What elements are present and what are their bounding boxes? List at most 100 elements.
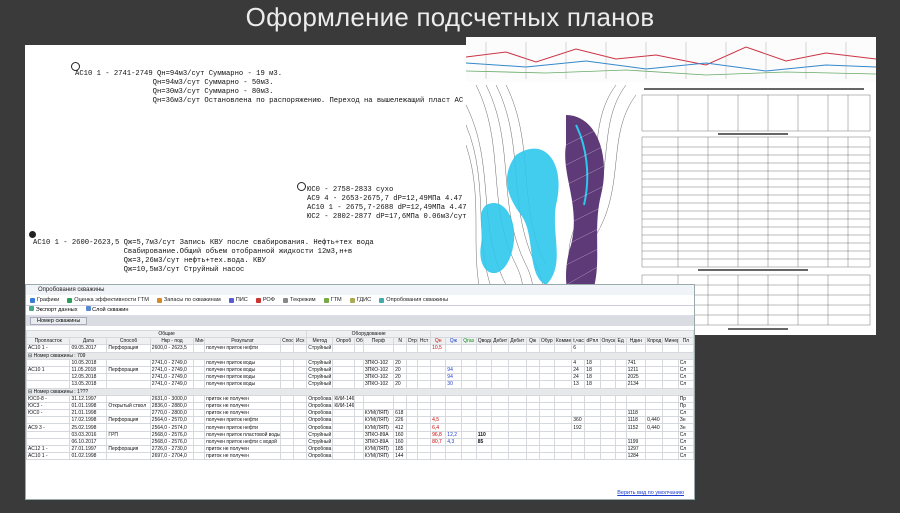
table-cell (393, 394, 408, 403)
table-row[interactable]: ЮС3 -01.01.1998 Открытый ствол 2836,0 - 28… (25, 401, 695, 411)
table-cell (193, 444, 206, 454)
tab-gauge[interactable]: Оценка эффективности ГТМ (63, 295, 153, 305)
table-row[interactable]: АС10 1 -09.05.2017 Перфорация 2600,0 - 262… (25, 344, 695, 353)
export-button[interactable]: Экспорт данных (29, 306, 78, 315)
table-row[interactable]: АС10 1 11.05.2018 Перфорация 2741,0 - 2749,… (25, 365, 695, 375)
column-header[interactable]: Перф (362, 337, 395, 346)
table-cell (553, 409, 573, 418)
table-row[interactable]: 03.03.2016 ГРП 2568,0 - 2576,0 получен прит… (25, 430, 695, 439)
column-header[interactable]: Исх (293, 337, 308, 346)
tab-test[interactable]: Опробования скважины (375, 295, 452, 305)
table-cell (508, 452, 527, 461)
column-header[interactable]: Qж (525, 337, 540, 346)
column-header[interactable]: N (393, 337, 408, 346)
group-row[interactable]: ⊟ Номер скважины : 1??? (26, 387, 694, 396)
column-header[interactable]: Нкр - под (149, 337, 195, 346)
column-header[interactable]: dРпл (584, 337, 601, 346)
column-header[interactable]: Спос (280, 337, 295, 346)
table-cell (332, 416, 356, 425)
column-header[interactable]: Метод (306, 337, 334, 346)
tab-chart[interactable]: Графики (26, 295, 63, 305)
table-cell (460, 444, 477, 454)
table-cell (571, 401, 586, 411)
table-row[interactable]: ЮС0-8 -31.12.1997 2631,0 - 3000,0 приток н… (25, 394, 695, 403)
column-header[interactable]: Qгаз (460, 337, 477, 346)
column-header[interactable]: Дебит (490, 337, 510, 346)
column-header[interactable]: Дебит с (508, 337, 527, 346)
table-cell: 2564,0 - 2574,0 (149, 423, 195, 432)
tab-reserves[interactable]: Запасы по скважинам (153, 295, 225, 305)
tab-rof[interactable]: РОФ (252, 295, 279, 305)
column-header[interactable]: Дата (69, 337, 108, 346)
table-cell (538, 409, 555, 418)
table-row[interactable]: 17.02.1998 Перфорация 2564,0 - 2570,0 получ… (25, 416, 695, 425)
table-cell (354, 380, 364, 389)
column-header[interactable]: Обур (538, 337, 555, 346)
table-cell (490, 416, 510, 425)
table-cell (525, 401, 540, 411)
table-cell: 17.02.1998 (69, 416, 108, 425)
column-header[interactable]: Коммент (553, 337, 573, 346)
column-header[interactable]: t,час (571, 337, 586, 346)
column-header[interactable]: Нст (417, 337, 432, 346)
table-cell: 2600,0 - 2623,5 (149, 344, 195, 353)
table-cell (417, 409, 432, 418)
column-header[interactable]: Способ (106, 337, 151, 346)
column-header[interactable]: Qвода (475, 337, 492, 346)
tab-gdis[interactable]: ГДИС (346, 295, 376, 305)
table-row[interactable]: 06.10.2017 2568,0 - 2576,0 получен приток … (25, 437, 695, 447)
column-header[interactable]: Опуск (599, 337, 616, 346)
table-cell (662, 380, 679, 389)
table-cell (393, 401, 408, 411)
column-header[interactable]: Qж (445, 337, 462, 346)
tab-label: Текрежим (290, 297, 316, 303)
table-cell: 1152 (625, 423, 647, 432)
tab-pis[interactable]: ПИС (225, 295, 252, 305)
reset-view-link[interactable]: Верить вид по умолчанию (617, 490, 684, 496)
column-header[interactable]: Кпрод (645, 337, 664, 346)
column-header[interactable]: Мин (193, 337, 206, 346)
table-cell: АС9 3 - (25, 423, 71, 432)
table-cell (490, 394, 510, 403)
table-cell (460, 358, 477, 367)
group-row[interactable]: ⊟ Номер скважины : 709 (26, 351, 694, 360)
table-cell (525, 452, 540, 461)
column-header[interactable]: Пл (677, 337, 695, 346)
table-cell (445, 444, 462, 454)
table-row[interactable]: АС12 1 -27.01.1997 Перфорация 2726,0 - 273… (25, 444, 695, 454)
table-row[interactable]: 12.05.2018 2741,0 - 2749,0 получен приток … (25, 373, 695, 382)
table-cell (599, 365, 616, 375)
tab-gtm[interactable]: ГТМ (320, 295, 346, 305)
column-header[interactable]: Ндин (625, 337, 647, 346)
table-cell (662, 430, 679, 439)
column-header[interactable]: Qн (430, 337, 447, 346)
table-row[interactable]: АС10 1 -01.02.1998 2697,0 - 2704,0 приток … (25, 452, 695, 461)
table-cell: приток не получен (204, 401, 282, 411)
table-row[interactable]: 10.05.2018 2741,0 - 2749,0 получен приток … (25, 358, 695, 367)
column-header[interactable]: Оборудование (354, 337, 364, 346)
table-cell (614, 380, 627, 389)
reserves-icon (156, 297, 162, 303)
tab-mode[interactable]: Текрежим (279, 295, 320, 305)
rof-icon (255, 297, 261, 303)
table-cell: 360 (571, 416, 586, 425)
column-header[interactable]: Опроб (332, 337, 356, 346)
table-cell (332, 344, 356, 353)
table-row[interactable]: 13.05.2018 2741,0 - 2749,0 получен приток … (25, 380, 695, 389)
annotation-block-1: АС10 1 - 2741-2749 Qн=94м3/сут Суммарно … (75, 70, 464, 105)
layers-button[interactable]: Слой скважин (85, 306, 128, 315)
column-header[interactable]: Пропласток (25, 337, 71, 346)
column-header[interactable]: Dтр (406, 337, 419, 346)
table-row[interactable]: ЮС0 -21.01.1998 2770,0 - 2800,0 приток не … (25, 409, 695, 418)
column-header[interactable]: Ед (614, 337, 627, 346)
table-cell (106, 423, 151, 432)
table-row[interactable]: АС9 3 -25.02.1998 2564,0 - 2574,0 получен … (25, 423, 695, 432)
column-header[interactable]: Минер (662, 337, 679, 346)
column-header[interactable]: Результат (204, 337, 282, 346)
table-cell (490, 365, 510, 375)
table-cell: Сл (677, 437, 695, 447)
well-number-chip[interactable]: Номер скважины (30, 317, 88, 325)
table-cell: 2568,0 - 2576,0 (149, 437, 195, 447)
table-cell (599, 430, 616, 439)
table-cell (525, 365, 540, 375)
